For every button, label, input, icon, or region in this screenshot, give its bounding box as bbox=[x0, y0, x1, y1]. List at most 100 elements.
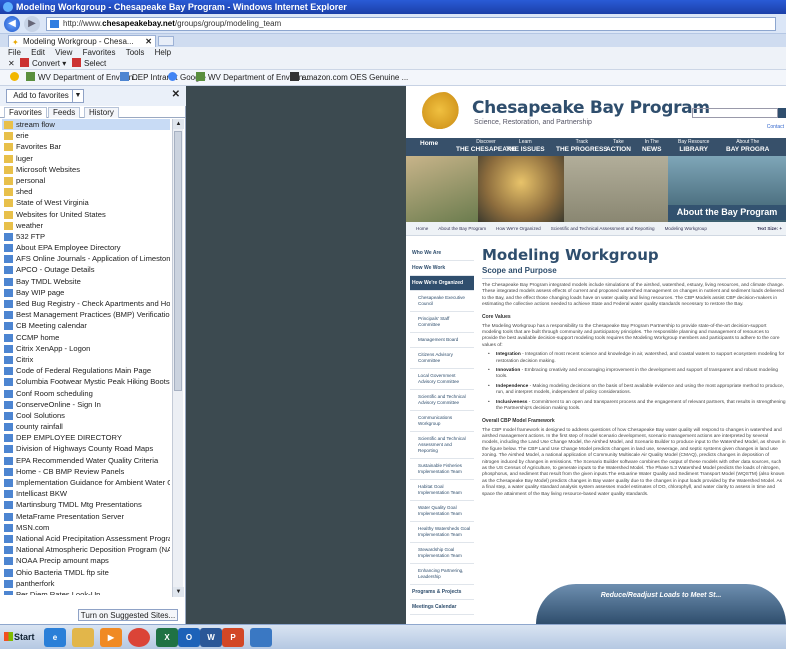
text-size-control[interactable]: Text Size: + bbox=[757, 222, 782, 236]
left-nav-item[interactable]: Meetings Calendar bbox=[410, 600, 474, 615]
chrome-icon[interactable] bbox=[128, 628, 150, 647]
favorite-item[interactable]: Websites for United States bbox=[2, 209, 170, 220]
menu-favorites[interactable]: Favorites bbox=[83, 48, 116, 57]
back-button[interactable]: ◀ bbox=[4, 16, 20, 32]
breadcrumb-item[interactable]: Home bbox=[416, 226, 428, 231]
site-title[interactable]: Chesapeake Bay Program bbox=[472, 98, 710, 118]
favorite-item[interactable]: EPA Recommended Water Quality Criteria bbox=[2, 455, 170, 466]
scroll-thumb[interactable] bbox=[174, 131, 182, 391]
favorite-item[interactable]: county rainfall bbox=[2, 421, 170, 432]
favorite-item[interactable]: DEP EMPLOYEE DIRECTORY bbox=[2, 432, 170, 443]
favorite-item[interactable]: Microsoft Websites bbox=[2, 164, 170, 175]
explorer-icon[interactable] bbox=[72, 628, 94, 647]
site-nav-item[interactable]: About The BAY PROGRA bbox=[726, 139, 769, 154]
menu-edit[interactable]: Edit bbox=[31, 48, 45, 57]
favorite-item[interactable]: ConserveOnline - Sign In bbox=[2, 399, 170, 410]
site-search-input[interactable] bbox=[692, 108, 778, 118]
favorite-item[interactable]: 532 FTP bbox=[2, 231, 170, 242]
favorite-item[interactable]: MSN.com bbox=[2, 522, 170, 533]
site-nav-item[interactable]: In The NEWS bbox=[642, 139, 662, 154]
left-nav-item[interactable]: Scientific and Technical Advisory Commit… bbox=[410, 390, 474, 411]
favorite-item[interactable]: personal bbox=[2, 175, 170, 186]
excel-icon[interactable]: X bbox=[156, 628, 178, 647]
favorite-item[interactable]: Conf Room scheduling bbox=[2, 388, 170, 399]
breadcrumb-item[interactable]: Scientific and Technical Assessment and … bbox=[551, 226, 655, 231]
left-nav-item[interactable]: Who We Are bbox=[410, 246, 474, 261]
new-tab-button[interactable] bbox=[158, 36, 174, 46]
favorite-item[interactable]: Columbia Footwear Mystic Peak Hiking Boo… bbox=[2, 376, 170, 387]
add-to-favorites-button[interactable]: Add to favorites bbox=[6, 89, 76, 103]
favorite-item[interactable]: Implementation Guidance for Ambient Wate… bbox=[2, 477, 170, 488]
left-nav-item[interactable]: Programs & Projects bbox=[410, 585, 474, 600]
tab-feeds[interactable]: Feeds bbox=[48, 107, 81, 118]
favorite-item[interactable]: Bay WIP page bbox=[2, 287, 170, 298]
left-nav-item[interactable]: Management Board bbox=[410, 333, 474, 348]
left-nav-item[interactable]: Healthy Watersheds Goal Implementation T… bbox=[410, 522, 474, 543]
favorite-item[interactable]: NOAA Precip amount maps bbox=[2, 555, 170, 566]
favorite-item[interactable]: Best Management Practices (BMP) Verifica… bbox=[2, 309, 170, 320]
favorite-item[interactable]: Home - CB BMP Review Panels bbox=[2, 466, 170, 477]
scroll-down-icon[interactable]: ▼ bbox=[173, 587, 184, 597]
left-nav-item[interactable]: How We Work bbox=[410, 261, 474, 276]
favorite-item[interactable]: Per Diem Rates Look-Up bbox=[2, 589, 170, 595]
site-nav-item[interactable]: Bay Resource LIBRARY bbox=[678, 139, 709, 154]
menu-file[interactable]: File bbox=[8, 48, 21, 57]
left-nav-item[interactable]: Principals' Staff Committee bbox=[410, 312, 474, 333]
favbar-item-amazon[interactable]: amazon.com OES Genuine ... bbox=[290, 70, 408, 86]
left-nav-item[interactable]: Citizens Advisory Committee bbox=[410, 348, 474, 369]
favorite-item[interactable]: Division of Highways County Road Maps bbox=[2, 443, 170, 454]
favorite-item[interactable]: Intellicast BKW bbox=[2, 488, 170, 499]
favorite-item[interactable]: weather bbox=[2, 220, 170, 231]
left-nav-item[interactable]: How We're Organized bbox=[410, 276, 474, 291]
tab-favorites[interactable]: Favorites bbox=[4, 107, 47, 118]
site-nav-item[interactable]: Home bbox=[420, 139, 438, 148]
favorite-item[interactable]: About EPA Employee Directory bbox=[2, 242, 170, 253]
left-nav-item[interactable]: Chesapeake Executive Council bbox=[410, 291, 474, 312]
breadcrumb-item[interactable]: How We're Organized bbox=[496, 226, 541, 231]
powerpoint-icon[interactable]: P bbox=[222, 628, 244, 647]
convert-button[interactable]: Convert ▾ bbox=[20, 58, 66, 70]
favorite-item[interactable]: Citrix XenApp - Logon bbox=[2, 343, 170, 354]
favorite-item[interactable]: Ohio Bacteria TMDL ftp site bbox=[2, 567, 170, 578]
site-nav-item[interactable]: Learn THE ISSUES bbox=[506, 139, 545, 154]
favorite-item[interactable]: Cool Solutions bbox=[2, 410, 170, 421]
favorite-item[interactable]: Favorites Bar bbox=[2, 141, 170, 152]
site-nav-item[interactable]: Take ACTION bbox=[606, 139, 631, 154]
menu-help[interactable]: Help bbox=[155, 48, 171, 57]
favorite-item[interactable]: erie bbox=[2, 130, 170, 141]
favorites-star-icon[interactable] bbox=[10, 70, 22, 86]
favorite-item[interactable]: AFS Online Journals - Application of Lim… bbox=[2, 253, 170, 264]
media-icon[interactable]: ▶ bbox=[100, 628, 122, 647]
cbp-logo[interactable] bbox=[422, 92, 466, 132]
forward-button[interactable]: ▶ bbox=[24, 16, 40, 32]
favorite-item[interactable]: Code of Federal Regulations Main Page bbox=[2, 365, 170, 376]
tab-close-icon[interactable]: ✕ bbox=[145, 36, 152, 47]
left-nav-item[interactable]: Sustainable Fisheries Implementation Tea… bbox=[410, 459, 474, 480]
address-bar[interactable]: http://www.chesapeakebay.net/groups/grou… bbox=[46, 17, 776, 31]
left-nav-item[interactable]: Enhancing Partnering, Leadership bbox=[410, 564, 474, 585]
favorite-item[interactable]: APCO - Outage Details bbox=[2, 264, 170, 275]
favorite-item[interactable]: Bed Bug Registry - Check Apartments and … bbox=[2, 298, 170, 309]
close-x-icon[interactable]: ✕ bbox=[8, 58, 15, 70]
menu-view[interactable]: View bbox=[55, 48, 72, 57]
favorite-item[interactable]: stream flow bbox=[2, 119, 170, 131]
scroll-up-icon[interactable]: ▲ bbox=[173, 119, 184, 129]
browser-tab[interactable]: ✦ Modeling Workgroup - Chesa... ✕ bbox=[8, 35, 156, 47]
favorite-item[interactable]: Citrix bbox=[2, 354, 170, 365]
favorite-item[interactable]: CB Meeting calendar bbox=[2, 320, 170, 331]
favorite-item[interactable]: State of West Virginia bbox=[2, 197, 170, 208]
left-nav-item[interactable]: Water Quality Goal Implementation Team bbox=[410, 501, 474, 522]
left-nav-item[interactable]: Scientific and Technical Assessment and … bbox=[410, 432, 474, 459]
favorite-item[interactable]: shed bbox=[2, 186, 170, 197]
favorite-item[interactable]: National Acid Precipitation Assessment P… bbox=[2, 533, 170, 544]
favorites-scrollbar[interactable]: ▲ ▼ bbox=[172, 119, 184, 597]
site-search-button[interactable] bbox=[778, 108, 786, 118]
tab-history[interactable]: History bbox=[84, 107, 119, 118]
word-icon[interactable]: W bbox=[200, 628, 222, 647]
favorite-item[interactable]: MetaFrame Presentation Server bbox=[2, 511, 170, 522]
select-button[interactable]: Select bbox=[72, 58, 106, 70]
favorite-item[interactable]: Martinsburg TMDL Mtg Presentations bbox=[2, 499, 170, 510]
left-nav-item[interactable]: Communications Workgroup bbox=[410, 411, 474, 432]
close-pane-icon[interactable]: ✕ bbox=[172, 89, 180, 100]
add-favorites-dropdown-icon[interactable]: ▼ bbox=[72, 89, 84, 103]
